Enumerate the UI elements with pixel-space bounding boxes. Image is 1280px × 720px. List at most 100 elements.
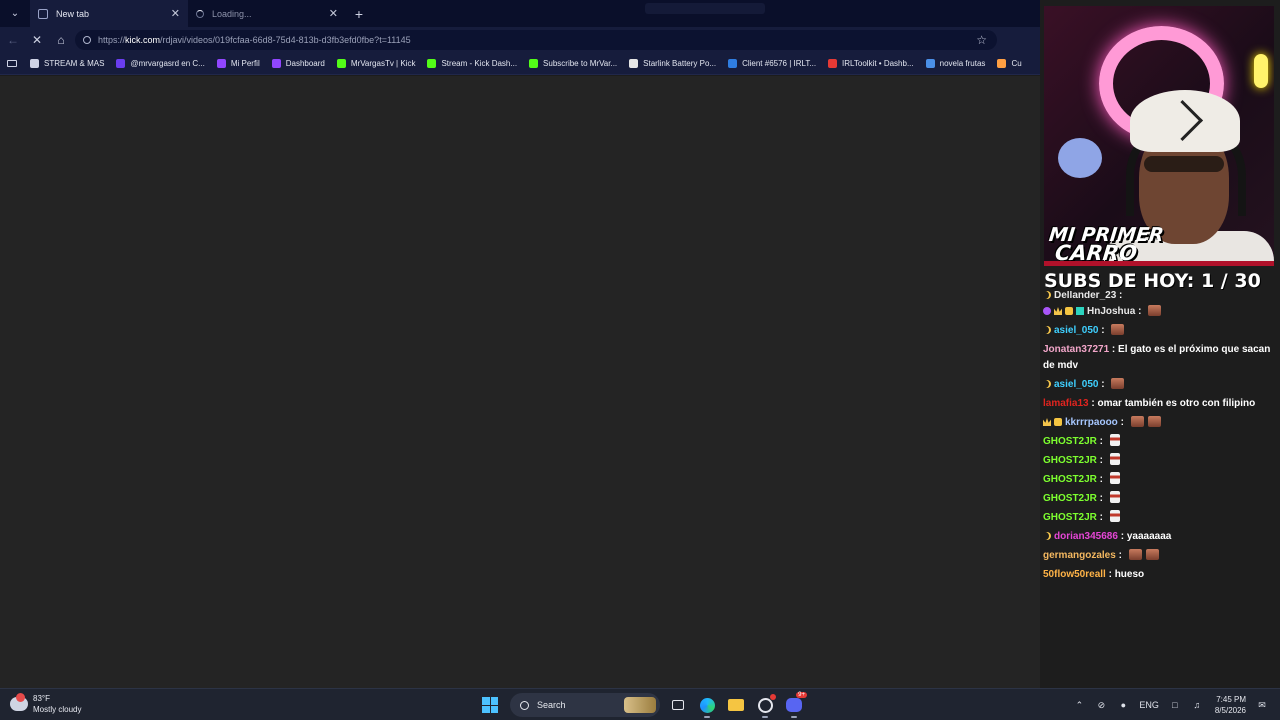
bookmark-item[interactable]: Dashboard	[266, 59, 331, 68]
discord-app-button[interactable]: 9+	[783, 692, 807, 718]
chat-message: GHOST2JR :	[1040, 508, 1280, 527]
chat-separator: :	[1117, 417, 1127, 428]
purple-badge-icon	[1043, 307, 1051, 315]
address-bar[interactable]: https://kick.com/rdjavi/videos/019fcfaa-…	[75, 30, 997, 50]
chat-username[interactable]: asiel_050	[1054, 325, 1099, 336]
bookmark-item[interactable]: MrVargasTv | Kick	[331, 59, 422, 68]
notifications-icon[interactable]: ✉	[1256, 699, 1268, 711]
chat-username[interactable]: GHOST2JR	[1043, 436, 1097, 447]
chat-username[interactable]: Dellander_23	[1054, 291, 1116, 301]
emote-icon	[1148, 305, 1162, 316]
chat-username[interactable]: asiel_050	[1054, 379, 1099, 390]
moon-badge-icon	[1043, 532, 1051, 540]
weather-widget[interactable]: 83°F Mostly cloudy	[10, 693, 81, 715]
chat-username[interactable]: GHOST2JR	[1043, 493, 1097, 504]
gift-badge-icon	[1076, 307, 1084, 315]
sub-badge-icon	[1065, 307, 1073, 315]
close-icon[interactable]: ✕	[171, 7, 180, 20]
chat-message: GHOST2JR :	[1040, 451, 1280, 470]
close-icon[interactable]: ✕	[329, 7, 338, 20]
page-content-loading	[0, 76, 1044, 688]
bookmark-item[interactable]: Client #6576 | IRLT...	[722, 59, 822, 68]
tab-search-button[interactable]: ⌄	[4, 3, 26, 25]
tab-title: New tab	[56, 8, 90, 19]
edge-app-button[interactable]	[696, 694, 718, 718]
file-explorer-button[interactable]	[725, 694, 747, 716]
emote-icon	[1109, 491, 1120, 503]
obs-app-button[interactable]	[754, 694, 776, 718]
obs-icon	[757, 697, 773, 713]
emote-icon	[1128, 549, 1142, 560]
taskbar-search[interactable]: Search	[510, 693, 660, 717]
home-button[interactable]: ⌂	[50, 29, 72, 51]
chat-text: yaaaaaaa	[1126, 531, 1172, 542]
chat-username[interactable]: 50flow50reall	[1043, 569, 1106, 580]
microphone-icon[interactable]: ●	[1117, 699, 1129, 711]
bookmarks-menu-button[interactable]	[0, 60, 24, 67]
notification-badge: 9+	[796, 692, 807, 698]
chat-username[interactable]: dorian345686	[1054, 531, 1118, 542]
menu-icon	[7, 60, 17, 67]
neon-sign-shape	[1254, 54, 1268, 88]
chat-separator: :	[1096, 436, 1106, 447]
stop-button[interactable]: ✕	[26, 29, 48, 51]
moon-badge-icon	[1043, 291, 1051, 299]
bookmark-item[interactable]: Starlink Battery Po...	[623, 59, 722, 68]
chat-message: kkrrrpaooo :	[1040, 413, 1280, 432]
home-icon: ⌂	[57, 33, 65, 47]
bookmark-item[interactable]: IRLToolkit • Dashb...	[822, 59, 920, 68]
clock[interactable]: 7:45 PM 8/5/2026	[1215, 694, 1246, 716]
network-off-icon[interactable]: ⊘	[1095, 699, 1107, 711]
bookmark-item[interactable]: @mrvargasrd en C...	[110, 59, 210, 68]
photo-icon	[925, 59, 935, 68]
bookmark-label: @mrvargasrd en C...	[130, 59, 205, 68]
site-info-icon[interactable]	[83, 36, 91, 44]
chevron-down-icon: ⌄	[10, 8, 20, 19]
twitch-icon	[216, 59, 226, 68]
moon-badge-icon	[1043, 380, 1051, 388]
streamer-cap	[1130, 90, 1240, 152]
emote-icon	[1130, 416, 1144, 427]
bookmark-label: Client #6576 | IRLT...	[742, 59, 817, 68]
display-icon[interactable]: □	[1169, 699, 1181, 711]
discord-icon	[786, 698, 802, 712]
bookmark-item[interactable]: Subscribe to MrVar...	[523, 59, 623, 68]
task-view-icon	[672, 700, 684, 710]
back-button[interactable]: ←	[2, 29, 24, 51]
task-view-button[interactable]	[667, 694, 689, 716]
tab-title: Loading...	[212, 8, 252, 19]
chat-message: asiel_050 :	[1040, 321, 1280, 340]
bookmark-label: Starlink Battery Po...	[643, 59, 717, 68]
tab-loading[interactable]: Loading... ✕	[188, 0, 346, 27]
chat-username[interactable]: GHOST2JR	[1043, 474, 1097, 485]
tab-new-tab[interactable]: New tab ✕	[30, 0, 188, 27]
chat-username[interactable]: HnJoshua	[1087, 306, 1135, 317]
chat-username[interactable]: Jonatan37271	[1043, 344, 1109, 355]
irltoolkit-icon	[828, 59, 838, 68]
chevron-up-icon[interactable]: ⌃	[1073, 699, 1085, 711]
cam-border-bar	[1044, 261, 1274, 266]
chat-separator: :	[1116, 291, 1123, 301]
bookmark-item[interactable]: STREAM & MAS	[24, 59, 110, 68]
chat-message: germangozales :	[1040, 546, 1280, 565]
new-tab-button[interactable]: +	[346, 6, 372, 22]
tab-page-icon	[38, 8, 48, 19]
volume-icon[interactable]: ♫	[1191, 699, 1203, 711]
bookmark-item[interactable]: Stream - Kick Dash...	[421, 59, 523, 68]
star-icon[interactable]: ☆	[976, 33, 987, 47]
start-button[interactable]	[482, 697, 498, 713]
bookmark-item[interactable]: Mi Perfil	[211, 59, 266, 68]
chat-username[interactable]: germangozales	[1043, 550, 1116, 561]
cloud-icon	[728, 59, 738, 68]
emote-icon	[1111, 324, 1125, 335]
emote-icon	[1109, 453, 1120, 465]
chat-separator: :	[1096, 455, 1106, 466]
chat-username[interactable]: kkrrrpaooo	[1065, 417, 1118, 428]
chat-username[interactable]: lamafia13	[1043, 398, 1089, 409]
chat-username[interactable]: GHOST2JR	[1043, 455, 1097, 466]
chat-username[interactable]: GHOST2JR	[1043, 512, 1097, 523]
weather-temp: 83°F	[33, 694, 50, 703]
bookmark-item[interactable]: Cu	[991, 59, 1027, 68]
language-indicator[interactable]: ENG	[1139, 699, 1159, 711]
bookmark-item[interactable]: novela frutas	[920, 59, 992, 68]
